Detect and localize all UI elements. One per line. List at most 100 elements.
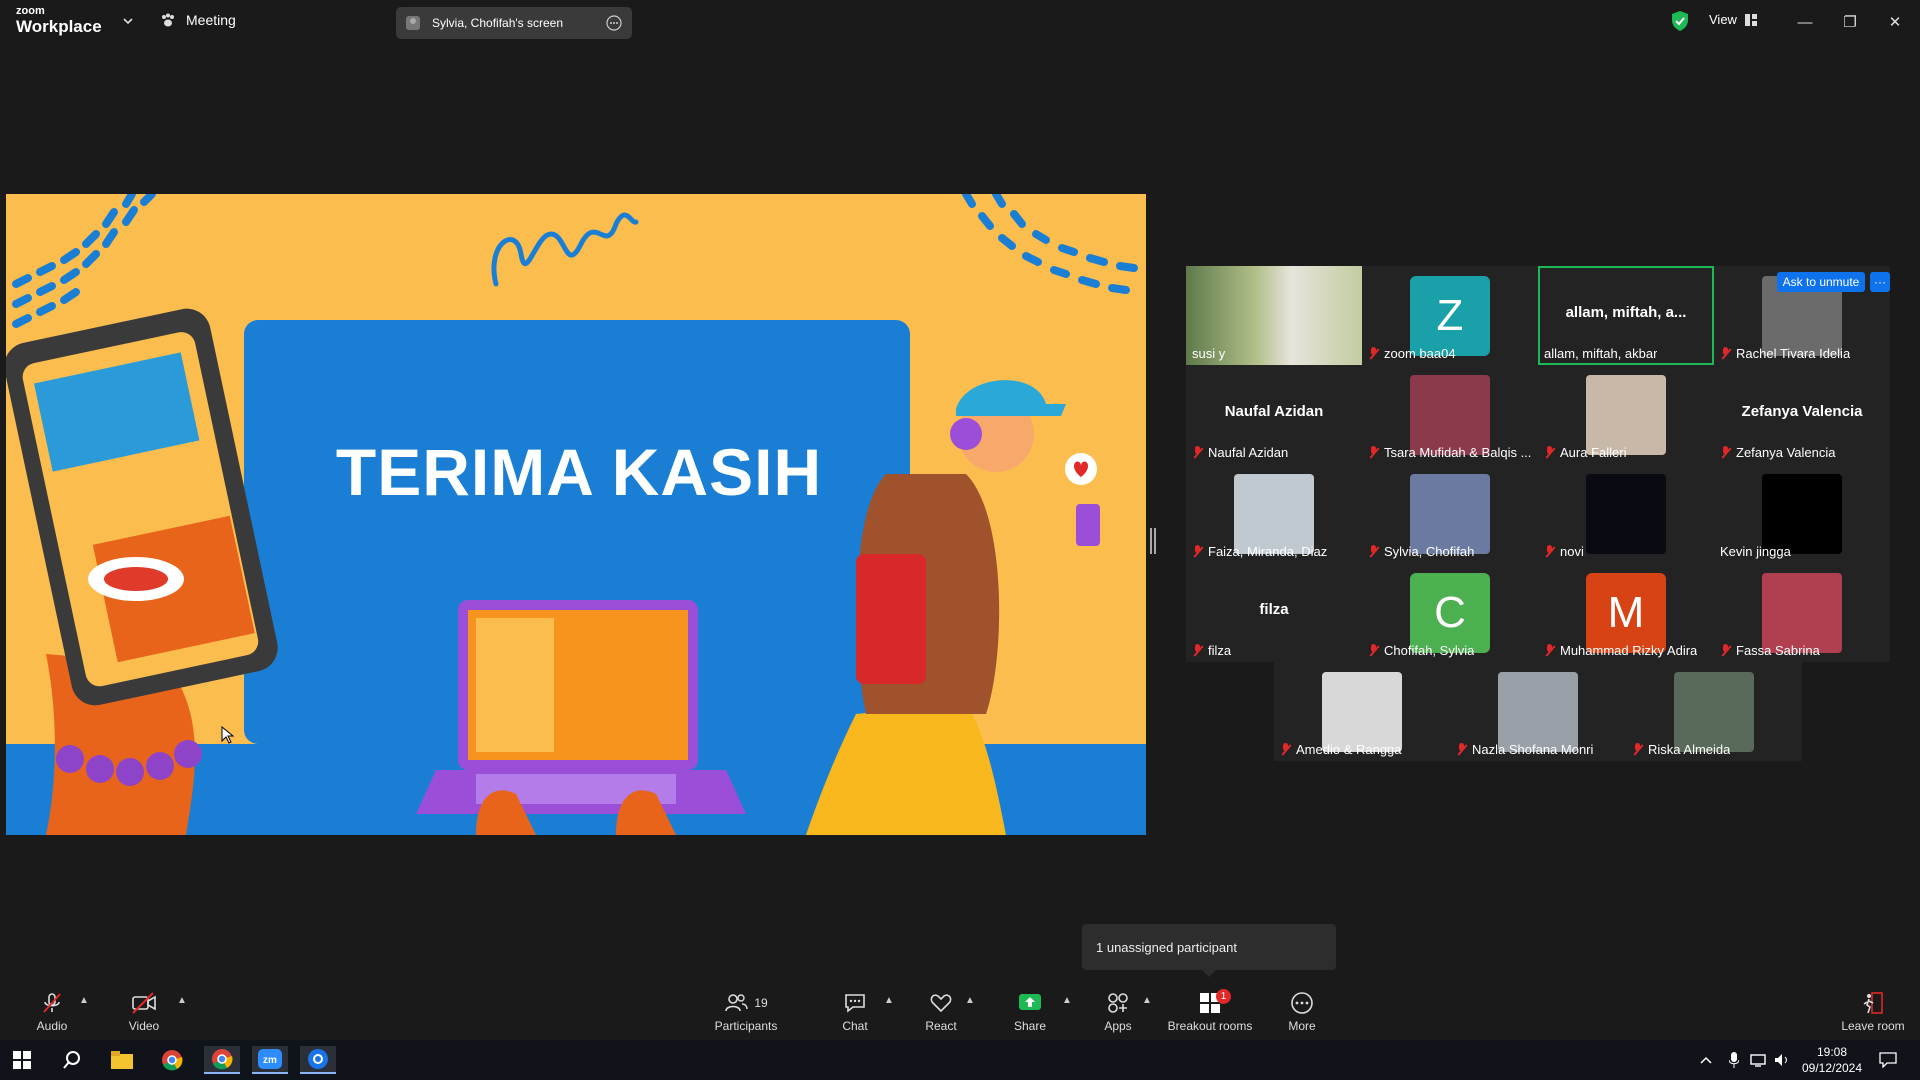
participant-name-label: Faiza, Miranda, Diaz (1192, 544, 1327, 559)
participant-tile[interactable]: Nazla Shofana Monri (1450, 662, 1626, 761)
participant-name: zoom baa04 (1384, 346, 1456, 361)
video-options-caret[interactable]: ▲ (177, 995, 187, 1006)
unassigned-participant-tooltip[interactable]: 1 unassigned participant (1082, 924, 1336, 977)
grid-icon (1744, 13, 1757, 26)
more-options-icon[interactable] (606, 15, 622, 31)
participant-avatar: Z (1410, 276, 1490, 356)
chrome-icon[interactable] (154, 1046, 190, 1074)
participant-tile[interactable]: M Muhammad Rizky Adira (1538, 563, 1714, 662)
mic-muted-icon (1632, 743, 1643, 756)
taskbar-clock[interactable]: 19:08 09/12/2024 (1796, 1044, 1868, 1076)
minimize-icon[interactable]: — (1793, 10, 1817, 34)
participants-count: 19 (754, 996, 768, 1010)
paw-icon (162, 13, 174, 27)
notification-icon[interactable] (1874, 1046, 1902, 1074)
react-heart-icon (930, 994, 952, 1013)
participant-tile[interactable]: allam, miftah, a... allam, miftah, akbar (1538, 266, 1714, 365)
participant-tile[interactable]: Amedio & Rangga (1274, 662, 1450, 761)
tray-network-icon[interactable] (1748, 1046, 1770, 1074)
participant-tile[interactable]: novi (1538, 464, 1714, 563)
slide-title: TERIMA KASIH (335, 435, 823, 509)
mic-muted-icon (1544, 545, 1555, 558)
screen-share-label: Sylvia, Chofifah's screen (432, 16, 564, 30)
apps-button[interactable]: Apps (1098, 981, 1138, 1040)
chat-label: Chat (842, 1019, 868, 1033)
mic-muted-icon (1456, 743, 1467, 756)
share-button[interactable]: Share (1008, 981, 1052, 1040)
participant-tile[interactable]: Aura Falleri (1538, 365, 1714, 464)
participant-tile[interactable]: Zefanya Valencia Zefanya Valencia (1714, 365, 1890, 464)
audio-options-caret[interactable]: ▲ (79, 995, 89, 1006)
participant-tile[interactable]: filza filza (1186, 563, 1362, 662)
participants-button[interactable]: 19 Participants (710, 981, 782, 1040)
participants-label: Participants (714, 1019, 778, 1033)
chrome-profile-icon[interactable] (204, 1046, 240, 1074)
tile-more-button[interactable]: ··· (1870, 272, 1890, 292)
leave-room-button[interactable]: Leave room (1836, 981, 1910, 1040)
audio-button[interactable]: Audio (30, 981, 74, 1040)
screen-avatar-icon (406, 16, 420, 30)
chevron-down-icon[interactable] (121, 14, 135, 28)
meeting-toolbar: Audio ▲ Video ▲ 19 Participants Chat ▲ R… (0, 981, 1920, 1040)
participant-tile[interactable]: Kevin jingga (1714, 464, 1890, 563)
participant-name: susi y (1192, 346, 1226, 361)
meeting-menu[interactable]: Meeting (160, 12, 236, 28)
zoom-logo: zoom Workplace (16, 6, 102, 36)
participant-name: Zefanya Valencia (1736, 445, 1836, 460)
participant-name-label: Aura Falleri (1544, 445, 1626, 460)
participant-gallery: susi y Zzoom baa04 allam, miftah, a... alla… (1186, 266, 1892, 762)
file-explorer-icon[interactable] (104, 1046, 140, 1074)
clock-time: 19:08 (1816, 1045, 1848, 1059)
react-button[interactable]: React (920, 981, 962, 1040)
search-icon[interactable] (54, 1046, 90, 1074)
participant-name-label: zoom baa04 (1368, 346, 1456, 361)
participant-tile[interactable]: Naufal Azidan Naufal Azidan (1186, 365, 1362, 464)
participant-tile[interactable]: Fassa Sabrina (1714, 563, 1890, 662)
more-button[interactable]: More (1282, 981, 1322, 1040)
view-button[interactable]: View (1709, 12, 1757, 27)
ask-to-unmute-button[interactable]: Ask to unmute (1777, 272, 1865, 292)
participant-display-name: Zefanya Valencia (1741, 403, 1863, 420)
breakout-label: Breakout rooms (1167, 1019, 1253, 1033)
svg-text:zm: zm (263, 1055, 277, 1066)
app-taskbar-icon[interactable] (300, 1046, 336, 1074)
apps-options-caret[interactable]: ▲ (1142, 995, 1152, 1006)
close-icon[interactable]: ✕ (1883, 10, 1907, 34)
split-resize-handle[interactable] (1150, 528, 1156, 554)
breakout-rooms-button[interactable]: Breakout rooms (1164, 981, 1256, 1040)
participant-video (1586, 375, 1666, 455)
tray-mic-icon[interactable] (1724, 1046, 1744, 1074)
participant-tile[interactable]: Sylvia, Chofifah (1362, 464, 1538, 563)
share-options-caret[interactable]: ▲ (1062, 995, 1072, 1006)
title-bar: zoom Workplace Meeting Sylvia, Chofifah'… (0, 0, 1920, 44)
tray-chevron-up-icon[interactable] (1694, 1046, 1718, 1074)
participant-name: Amedio & Rangga (1296, 742, 1402, 757)
participant-tile[interactable]: Faiza, Miranda, Diaz (1186, 464, 1362, 563)
mic-muted-icon (1544, 446, 1555, 459)
participant-name-label: novi (1544, 544, 1584, 559)
participant-tile[interactable]: Zzoom baa04 (1362, 266, 1538, 365)
participant-tile[interactable]: Tsara Mufidah & Balqis ... (1362, 365, 1538, 464)
windows-start-icon[interactable] (4, 1046, 40, 1074)
tray-volume-icon[interactable] (1772, 1046, 1794, 1074)
windows-taskbar: zm 19:08 09/12/2024 (0, 1040, 1920, 1080)
participant-tile[interactable]: C Chofifah, Sylvia (1362, 563, 1538, 662)
share-label: Share (1013, 1019, 1047, 1033)
participant-tile[interactable]: susi y (1186, 266, 1362, 365)
chat-options-caret[interactable]: ▲ (884, 995, 894, 1006)
shield-icon[interactable] (1670, 10, 1690, 32)
participant-name-label: Fassa Sabrina (1720, 643, 1820, 658)
participant-tile[interactable]: Riska Almeida (1626, 662, 1802, 761)
chat-button[interactable]: Chat (835, 981, 875, 1040)
screen-share-pill[interactable]: Sylvia, Chofifah's screen (396, 7, 632, 39)
participant-video (1498, 672, 1578, 752)
participant-name-label: susi y (1192, 346, 1225, 361)
zoom-taskbar-icon[interactable]: zm (252, 1046, 288, 1074)
participant-name: Riska Almeida (1648, 742, 1731, 757)
react-options-caret[interactable]: ▲ (965, 995, 975, 1006)
participant-video (1410, 474, 1490, 554)
restore-icon[interactable]: ❐ (1838, 10, 1862, 34)
mic-muted-icon (1280, 743, 1291, 756)
video-button[interactable]: Video (122, 981, 166, 1040)
meeting-label: Meeting (186, 12, 236, 28)
